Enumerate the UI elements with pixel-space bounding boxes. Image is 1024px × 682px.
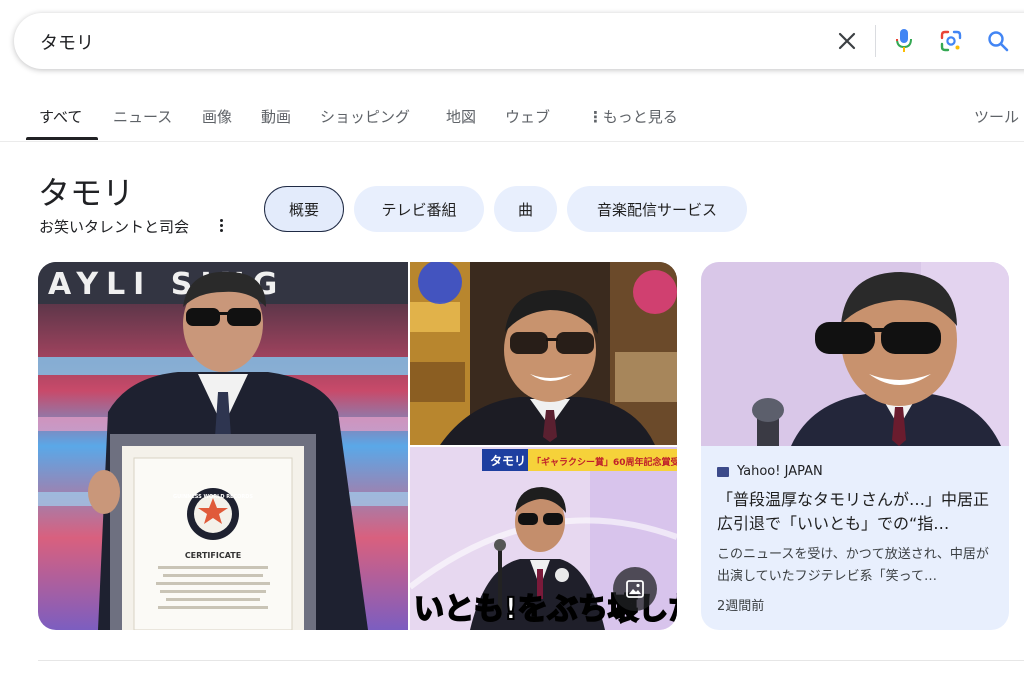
image-smiling-portrait[interactable] xyxy=(410,262,677,445)
certificate-heading: CERTIFICATE xyxy=(185,551,241,560)
chip-songs[interactable]: 曲 xyxy=(494,186,557,232)
lens-camera-icon[interactable] xyxy=(937,27,965,55)
search-divider xyxy=(875,25,876,57)
section-divider xyxy=(38,660,1024,661)
search-bar[interactable]: タモリ xyxy=(14,13,1024,69)
banner-name: タモリ xyxy=(490,454,526,468)
news-source: Yahoo! JAPAN xyxy=(717,464,823,479)
chip-overview[interactable]: 概要 xyxy=(264,186,344,232)
search-tabs: すべて ニュース 画像 動画 ショッピング 地図 ウェブ ⋮ もっと見る ツール xyxy=(0,96,1024,142)
clear-icon[interactable] xyxy=(833,27,861,55)
view-images-button[interactable] xyxy=(613,567,657,611)
news-title[interactable]: 「普段温厚なタモリさんが…」中居正広引退で「いいとも」での“指… xyxy=(717,488,997,536)
entity-subtitle: お笑いタレントと司会 xyxy=(39,218,190,236)
entity-title: タモリ xyxy=(38,174,135,212)
news-source-label: Yahoo! JAPAN xyxy=(737,464,823,479)
news-card[interactable]: Yahoo! JAPAN 「普段温厚なタモリさんが…」中居正広引退で「いいとも」… xyxy=(701,262,1009,630)
tab-more-label: もっと見る xyxy=(602,108,678,126)
banner-title: 「ギャラクシー賞」60周年記念賞受賞 xyxy=(532,456,677,468)
tab-more[interactable]: ⋮ もっと見る xyxy=(588,106,678,127)
tab-shopping[interactable]: ショッピング xyxy=(320,106,410,127)
search-icon[interactable] xyxy=(984,27,1012,55)
image-gallery-icon xyxy=(626,580,644,598)
image-guinness-certificate[interactable]: AYLI SING GUINNESS WORLD RECORDS CERTIFI… xyxy=(38,262,408,630)
tab-tools[interactable]: ツール xyxy=(974,106,1019,127)
active-tab-indicator xyxy=(26,137,98,140)
tab-news[interactable]: ニュース xyxy=(113,106,172,127)
microphone-icon[interactable] xyxy=(890,27,918,55)
news-time: 2週間前 xyxy=(717,599,765,614)
tab-web[interactable]: ウェブ xyxy=(505,106,550,127)
chip-tv-programs[interactable]: テレビ番組 xyxy=(354,186,484,232)
more-vert-icon: ⋮ xyxy=(588,108,603,126)
tab-videos[interactable]: 動画 xyxy=(261,106,291,127)
news-snippet: このニュースを受け、かつて放送され、中居が出演していたフジテレビ系「笑って… xyxy=(717,547,989,584)
tab-maps[interactable]: 地図 xyxy=(446,106,476,127)
tab-images[interactable]: 画像 xyxy=(202,106,232,127)
yahoo-japan-icon xyxy=(717,466,729,477)
search-input[interactable]: タモリ xyxy=(40,29,94,55)
more-options-icon[interactable] xyxy=(213,214,229,236)
seal-text: GUINNESS WORLD RECORDS xyxy=(173,494,253,500)
tab-all[interactable]: すべて xyxy=(39,106,82,127)
news-card-image xyxy=(701,262,1009,446)
chip-music-services[interactable]: 音楽配信サービス xyxy=(567,186,747,232)
